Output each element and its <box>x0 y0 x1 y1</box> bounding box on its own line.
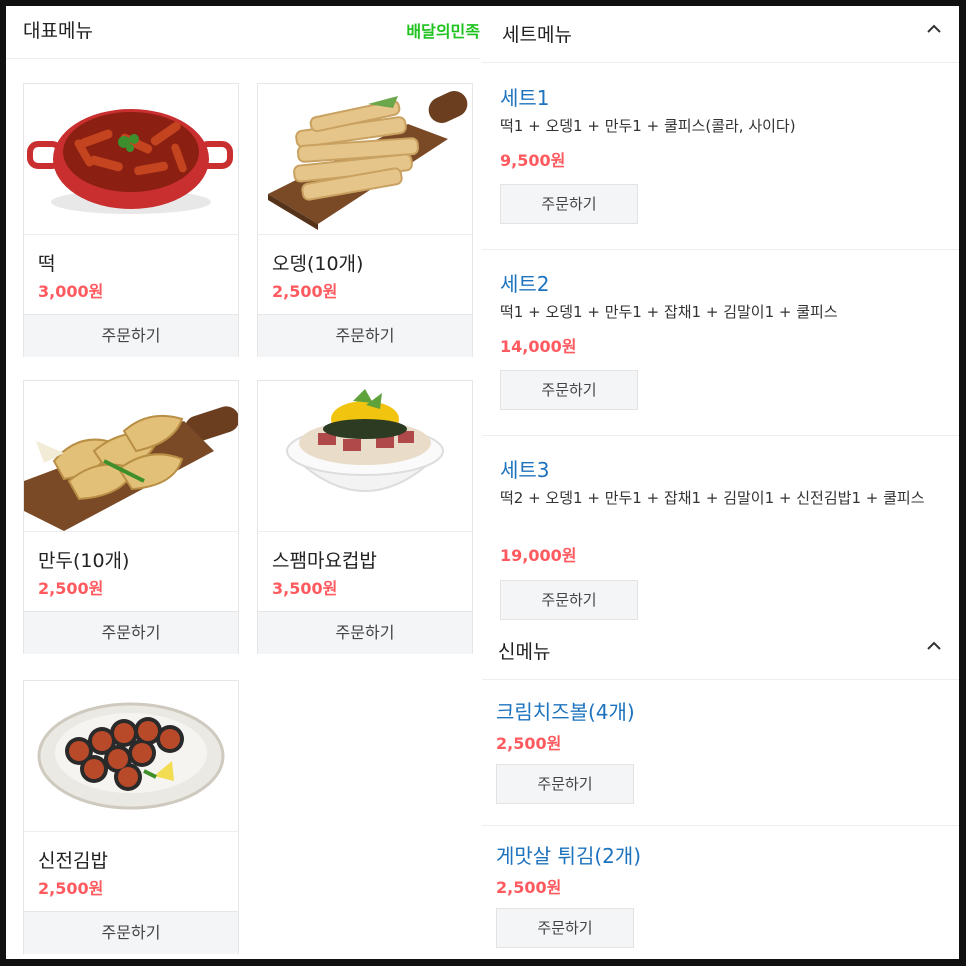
featured-menu-panel: 대표메뉴 배달의민족 떡 3,000원 주문하기 오뎅(10개) 2,500원 … <box>6 6 480 959</box>
mandu-image <box>24 381 238 531</box>
gimbap-image <box>24 681 238 831</box>
new-menu-name[interactable]: 게맛살 튀김(2개) <box>496 840 641 869</box>
set-menu-name[interactable]: 세트1 <box>500 82 550 111</box>
menu-name: 오뎅(10개) <box>272 253 364 275</box>
menu-card-info: 신전김밥 2,500원 <box>24 831 238 912</box>
set-menu-item: 세트1 떡1 + 오뎅1 + 만두1 + 쿨피스(콜라, 사이다) 9,500원… <box>482 64 959 250</box>
new-menu-price: 2,500원 <box>496 734 562 753</box>
menu-price: 3,000원 <box>38 282 104 301</box>
new-menu-title: 신메뉴 <box>498 641 551 663</box>
tteokbokki-image <box>24 84 238 234</box>
order-button[interactable]: 주문하기 <box>24 611 238 654</box>
order-button[interactable]: 주문하기 <box>496 764 634 804</box>
menu-name: 만두(10개) <box>38 550 130 572</box>
chevron-up-icon[interactable] <box>925 637 943 655</box>
order-button[interactable]: 주문하기 <box>24 911 238 954</box>
new-menu-item: 게맛살 튀김(2개) 2,500원 주문하기 <box>482 826 959 959</box>
set-menu-header[interactable]: 세트메뉴 <box>482 6 959 63</box>
menu-card-info: 떡 3,000원 <box>24 234 238 315</box>
menu-name: 떡 <box>38 253 56 275</box>
menu-card-info: 오뎅(10개) 2,500원 <box>258 234 472 315</box>
spam-mayo-cupbap-image <box>258 381 472 531</box>
brand-logo: 배달의민족 <box>406 22 480 41</box>
menu-card-info: 만두(10개) 2,500원 <box>24 531 238 612</box>
menu-price: 2,500원 <box>38 879 104 898</box>
menu-card[interactable]: 떡 3,000원 주문하기 <box>23 83 239 357</box>
set-menu-item: 세트2 떡1 + 오뎅1 + 만두1 + 잡채1 + 김말이1 + 쿨피스 14… <box>482 250 959 436</box>
set-menu-price: 19,000원 <box>500 546 577 565</box>
new-menu-item: 크림치즈볼(4개) 2,500원 주문하기 <box>482 680 959 826</box>
menu-card[interactable]: 오뎅(10개) 2,500원 주문하기 <box>257 83 473 357</box>
set-menu-description: 떡1 + 오뎅1 + 만두1 + 잡채1 + 김말이1 + 쿨피스 <box>500 303 838 321</box>
menu-card-info: 스팸마요컵밥 3,500원 <box>258 531 472 612</box>
featured-menu-header: 대표메뉴 배달의민족 <box>6 6 480 59</box>
menu-list-panel: 세트메뉴 세트1 떡1 + 오뎅1 + 만두1 + 쿨피스(콜라, 사이다) 9… <box>482 6 959 959</box>
menu-name: 스팸마요컵밥 <box>272 550 377 572</box>
set-menu-description: 떡1 + 오뎅1 + 만두1 + 쿨피스(콜라, 사이다) <box>500 117 796 135</box>
set-menu-title: 세트메뉴 <box>502 24 572 46</box>
new-menu-header[interactable]: 신메뉴 <box>482 623 959 680</box>
new-menu-price: 2,500원 <box>496 878 562 897</box>
featured-menu-title: 대표메뉴 <box>23 20 93 42</box>
order-button[interactable]: 주문하기 <box>258 611 472 654</box>
menu-card[interactable]: 만두(10개) 2,500원 주문하기 <box>23 380 239 654</box>
menu-price: 2,500원 <box>38 579 104 598</box>
menu-card[interactable]: 신전김밥 2,500원 주문하기 <box>23 680 239 954</box>
menu-name: 신전김밥 <box>38 850 108 872</box>
set-menu-description: 떡2 + 오뎅1 + 만두1 + 잡채1 + 김말이1 + 신전김밥1 + 쿨피… <box>500 489 925 507</box>
order-button[interactable]: 주문하기 <box>258 314 472 357</box>
set-menu-price: 14,000원 <box>500 337 577 356</box>
menu-screen: 대표메뉴 배달의민족 떡 3,000원 주문하기 오뎅(10개) 2,500원 … <box>6 6 959 959</box>
set-menu-name[interactable]: 세트3 <box>500 454 550 483</box>
order-button[interactable]: 주문하기 <box>496 908 634 948</box>
order-button[interactable]: 주문하기 <box>500 370 638 410</box>
menu-price: 2,500원 <box>272 282 338 301</box>
order-button[interactable]: 주문하기 <box>24 314 238 357</box>
set-menu-name[interactable]: 세트2 <box>500 268 550 297</box>
odeng-image <box>258 84 472 234</box>
set-menu-item: 세트3 떡2 + 오뎅1 + 만두1 + 잡채1 + 김말이1 + 신전김밥1 … <box>482 436 959 622</box>
menu-card[interactable]: 스팸마요컵밥 3,500원 주문하기 <box>257 380 473 654</box>
order-button[interactable]: 주문하기 <box>500 580 638 620</box>
menu-price: 3,500원 <box>272 579 338 598</box>
order-button[interactable]: 주문하기 <box>500 184 638 224</box>
new-menu-name[interactable]: 크림치즈볼(4개) <box>496 696 635 725</box>
set-menu-price: 9,500원 <box>500 151 566 170</box>
chevron-up-icon[interactable] <box>925 20 943 38</box>
